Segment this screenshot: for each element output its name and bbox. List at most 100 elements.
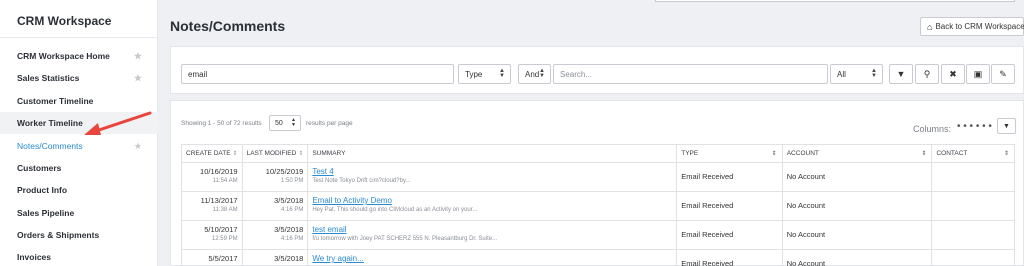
create-date-cell: 10/16/2019 11:54 AM (181, 162, 243, 192)
filter-button[interactable]: ▼ (889, 64, 913, 84)
column-header-create-date[interactable]: CREATE DATE ⇕ (181, 144, 243, 163)
sidebar-item-sales-statistics[interactable]: Sales Statistics ★ (0, 67, 158, 89)
sort-arrows-icon: ▲ ▼ (871, 68, 877, 79)
keyword-input[interactable]: email (181, 64, 454, 84)
sidebar-item-customers[interactable]: Customers (0, 157, 158, 179)
note-title-link[interactable]: Test 4 (312, 167, 333, 176)
close-icon: ✖ (949, 68, 957, 79)
sidebar-item-label: Notes/Comments (17, 141, 83, 151)
per-page-value: 50 (275, 119, 283, 127)
create-date-cell: 5/10/2017 12:59 PM (181, 220, 243, 250)
results-table: CREATE DATE ⇕ LAST MODIFIED ⇕ SUMMARY TYPE… (181, 144, 1015, 266)
note-snippet: f/u tomorrow with Joey PAT SCHERZ 555 N.… (312, 236, 498, 242)
sidebar-item-invoices[interactable]: Invoices (0, 246, 158, 266)
sort-icon: ⇕ (232, 151, 238, 157)
keyword-value: email (188, 69, 208, 79)
contact-cell (931, 162, 1015, 192)
sidebar-title: CRM Workspace (17, 14, 112, 28)
sort-icon: ⇕ (921, 151, 927, 157)
results-count: Showing 1 - 50 of 72 results (181, 120, 262, 127)
type-cell: Email Received (676, 249, 783, 266)
back-to-workspace-button[interactable]: ⌂ Back to CRM Workspace (920, 17, 1024, 36)
sort-arrows-icon: ▲ ▼ (291, 117, 296, 128)
clear-button[interactable]: ✖ (941, 64, 965, 84)
search-button[interactable]: ⚲ (915, 64, 939, 84)
sidebar-item-label: CRM Workspace Home (17, 51, 110, 61)
type-cell: Email Received (676, 191, 783, 221)
sidebar-item-label: Customer Timeline (17, 96, 94, 106)
field-select-value: Type (465, 69, 483, 79)
sort-arrows-icon: ▲ ▼ (499, 68, 505, 79)
sidebar-item-label: Product Info (17, 185, 68, 195)
last-modified-cell: 10/25/2019 1:50 PM (241, 162, 309, 192)
sidebar-item-sales-pipeline[interactable]: Sales Pipeline (0, 202, 158, 224)
note-title-link[interactable]: Email to Activity Demo (312, 196, 392, 205)
per-page-label: results per page (306, 120, 353, 127)
column-header-contact[interactable]: CONTACT ⇕ (931, 144, 1015, 163)
sidebar-item-label: Sales Pipeline (17, 208, 75, 218)
last-modified-cell: 3/5/2018 4:16 PM (241, 191, 309, 221)
contact-cell (931, 191, 1015, 221)
table-row[interactable]: 5/10/2017 12:59 PM 3/5/2018 4:16 PM test e… (181, 220, 1015, 250)
sidebar-item-label: Customers (17, 163, 62, 173)
table-row[interactable]: 10/16/2019 11:54 AM 10/25/2019 1:50 PM Tes… (181, 162, 1015, 192)
search-input[interactable]: Search... (553, 64, 828, 84)
type-cell: Email Received (676, 162, 783, 192)
note-title-link[interactable]: test email (312, 225, 346, 234)
star-icon[interactable]: ★ (134, 51, 142, 62)
logic-select-value: And (525, 69, 540, 79)
search-placeholder: Search... (560, 69, 593, 79)
create-date-cell: 5/5/2017 (181, 249, 243, 266)
sidebar-item-customer-timeline[interactable]: Customer Timeline (0, 90, 158, 112)
save-button[interactable]: ▣ (966, 64, 990, 84)
sidebar-item-worker-timeline[interactable]: Worker Timeline (0, 112, 158, 134)
wrench-icon: ✎ (999, 68, 1007, 79)
create-date-cell: 11/13/2017 11:38 AM (181, 191, 243, 221)
sidebar-item-orders-shipments[interactable]: Orders & Shipments (0, 224, 158, 246)
account-cell: No Account (781, 191, 933, 221)
table-row[interactable]: 5/5/2017 3/5/2018 We try again... Email … (181, 249, 1015, 266)
table-row[interactable]: 11/13/2017 11:38 AM 3/5/2018 4:16 PM Email… (181, 191, 1015, 221)
scope-select-value: All (837, 69, 846, 79)
star-icon[interactable]: ★ (134, 73, 142, 84)
back-button-label: Back to CRM Workspace (935, 22, 1024, 31)
sidebar-item-label: Invoices (17, 252, 52, 262)
sidebar-item-label: Worker Timeline (17, 118, 83, 128)
last-modified-cell: 3/5/2018 (241, 249, 309, 266)
sidebar-item-crm-workspace-home[interactable]: CRM Workspace Home ★ (0, 45, 158, 67)
sidebar-item-label: Sales Statistics (17, 73, 80, 83)
settings-button[interactable]: ✎ (991, 64, 1015, 84)
field-select[interactable]: Type ▲ ▼ (458, 64, 511, 84)
columns-dots-icon[interactable]: • • • • • • (957, 121, 992, 132)
scope-select[interactable]: All ▲ ▼ (830, 64, 883, 84)
search-icon: ⚲ (923, 68, 931, 79)
column-header-last-modified[interactable]: LAST MODIFIED ⇕ (241, 144, 309, 163)
type-cell: Email Received (676, 220, 783, 250)
filter-icon: ▼ (896, 69, 906, 79)
column-header-account[interactable]: ACCOUNT ⇕ (781, 144, 933, 163)
logic-select[interactable]: And ▲ ▼ (518, 64, 551, 84)
note-snippet: Hey Pat, This should go into CIMcloud as… (312, 207, 478, 213)
sort-icon: ⇕ (1003, 151, 1009, 157)
note-title-link[interactable]: We try again... (312, 254, 363, 263)
global-search-input[interactable] (655, 0, 1015, 2)
sort-icon: ⇕ (298, 151, 304, 157)
sidebar-item-label: Orders & Shipments (17, 230, 100, 240)
results-panel: Showing 1 - 50 of 72 results 50 ▲ ▼ resul… (170, 100, 1024, 266)
sidebar: CRM Workspace CRM Workspace Home ★ Sales… (0, 0, 158, 266)
star-icon[interactable]: ★ (134, 141, 142, 152)
chevron-down-icon: ▼ (1003, 122, 1010, 130)
last-modified-cell: 3/5/2018 4:16 PM (241, 220, 309, 250)
column-header-type[interactable]: TYPE ⇕ (676, 144, 783, 163)
sidebar-item-product-info[interactable]: Product Info (0, 179, 158, 201)
columns-dropdown-button[interactable]: ▼ (997, 118, 1016, 134)
contact-cell (931, 220, 1015, 250)
note-snippet: Test Note Tokyo Drift cim?cloud?by... (312, 178, 411, 184)
column-header-summary[interactable]: SUMMARY (307, 144, 678, 163)
per-page-select[interactable]: 50 ▲ ▼ (269, 115, 301, 131)
sidebar-item-notes-comments[interactable]: Notes/Comments ★ (0, 135, 158, 157)
divider (0, 37, 158, 38)
columns-label: Columns: (913, 124, 952, 134)
contact-cell (931, 249, 1015, 266)
home-icon: ⌂ (927, 21, 933, 32)
